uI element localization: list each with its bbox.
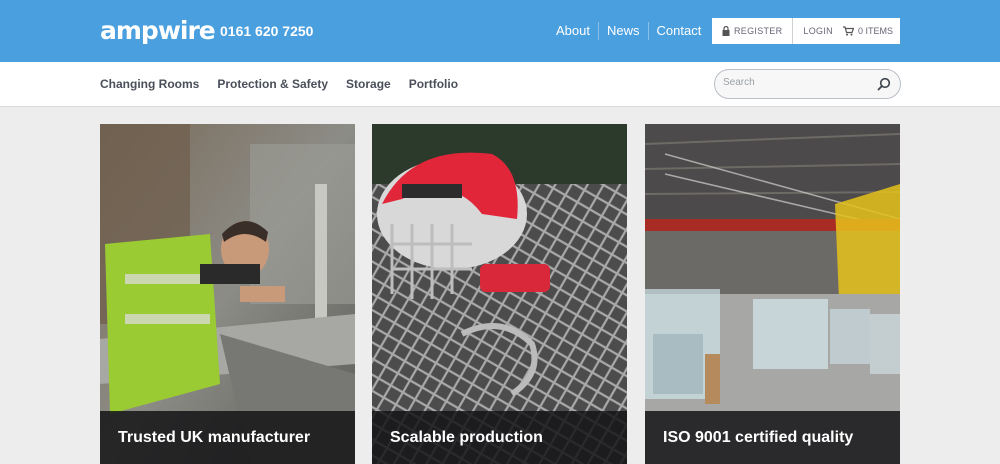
- search-icon[interactable]: [877, 77, 891, 96]
- cart-icon: [842, 26, 854, 36]
- news-link[interactable]: News: [597, 22, 648, 40]
- search-box: [714, 69, 901, 99]
- card-caption-text: ISO 9001 certified quality: [663, 429, 854, 446]
- top-links: About News Contact: [548, 22, 709, 40]
- card-caption: ISO 9001 certified quality: [645, 411, 900, 464]
- register-button[interactable]: REGISTER: [712, 18, 794, 44]
- nav-item-storage[interactable]: Storage: [346, 77, 391, 91]
- search-input[interactable]: [723, 77, 863, 88]
- account-buttons: REGISTER LOGIN: [712, 18, 843, 44]
- login-label: LOGIN: [803, 26, 833, 36]
- cart-button[interactable]: 0 ITEMS: [836, 18, 900, 44]
- feature-card-quality[interactable]: ISO 9001 certified quality: [645, 124, 900, 464]
- feature-card-production[interactable]: Scalable production: [372, 124, 627, 464]
- card-caption: Trusted UK manufacturer: [100, 411, 355, 464]
- top-header: ampwire 0161 620 7250 About News Contact…: [0, 0, 1000, 62]
- nav-item-changing-rooms[interactable]: Changing Rooms: [100, 77, 199, 91]
- card-caption: Scalable production: [372, 411, 627, 464]
- card-caption-text: Trusted UK manufacturer: [118, 429, 311, 446]
- phone-number[interactable]: 0161 620 7250: [220, 23, 313, 39]
- contact-link[interactable]: Contact: [647, 22, 710, 40]
- main-nav: Changing Rooms Protection & Safety Stora…: [0, 62, 1000, 107]
- cart-label: 0 ITEMS: [857, 26, 893, 36]
- feature-card-manufacturer[interactable]: Trusted UK manufacturer: [100, 124, 355, 464]
- register-label: REGISTER: [734, 26, 783, 36]
- nav-item-portfolio[interactable]: Portfolio: [409, 77, 458, 91]
- nav-item-protection-safety[interactable]: Protection & Safety: [217, 77, 328, 91]
- lock-icon: [722, 26, 730, 36]
- logo[interactable]: ampwire: [100, 16, 216, 45]
- card-caption-text: Scalable production: [390, 429, 543, 446]
- nav-items: Changing Rooms Protection & Safety Stora…: [100, 77, 458, 91]
- about-link[interactable]: About: [548, 22, 598, 40]
